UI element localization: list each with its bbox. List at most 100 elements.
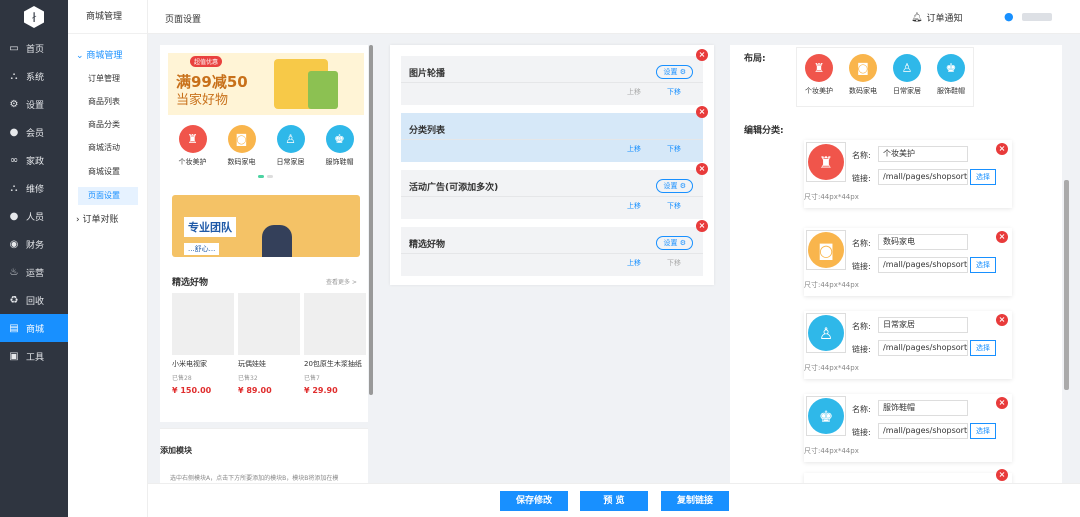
product-card[interactable]: 玩偶娃娃 已售32 ¥ 89.00 <box>238 293 300 395</box>
preview-banner[interactable]: 超值优惠 满99减50 当家好物 <box>168 53 364 115</box>
delete-category-icon[interactable]: × <box>996 143 1008 155</box>
product-image <box>304 293 366 355</box>
move-down-button[interactable]: 下移 <box>667 258 681 268</box>
preview-category-item[interactable]: ♚ 服饰鞋帽 <box>318 125 362 167</box>
move-up-button[interactable]: 上移 <box>627 201 641 211</box>
delete-category-icon[interactable]: × <box>996 231 1008 243</box>
subnav-item-mall-settings[interactable]: 商城设置 <box>78 163 138 181</box>
sidebar-item-11[interactable]: ▣ 工具 <box>0 342 68 370</box>
name-label: 名称: <box>852 239 871 248</box>
subnav-item-orders[interactable]: 订单管理 <box>78 70 138 88</box>
category-name-input[interactable]: 日常家居 <box>878 317 968 333</box>
preview-button[interactable]: 预 览 <box>580 491 648 511</box>
user-icon: ● <box>9 126 19 138</box>
category-image-picker[interactable]: ♜ <box>806 142 846 182</box>
delete-category-icon[interactable]: × <box>996 469 1008 481</box>
category-name-input[interactable]: 服饰鞋帽 <box>878 400 968 416</box>
layout-preview[interactable]: ♜ 个妆美护 ◙ 数码家电 ♙ 日常家居 ♚ 服饰鞋帽 <box>796 47 974 107</box>
order-notice-button[interactable]: 🔔︎ 订单通知 <box>911 11 962 25</box>
module-row[interactable]: 分类列表 上移 下移 <box>401 113 703 162</box>
app-logo[interactable]: ∤ <box>0 0 68 34</box>
category-image-picker[interactable]: ◙ <box>806 230 846 270</box>
sidebar-item-label: 首页 <box>26 44 45 55</box>
category-link-input[interactable]: /mall/pages/shopsort?cate <box>878 169 968 185</box>
view-more-link[interactable]: 查看更多 > <box>326 277 357 286</box>
delete-category-icon[interactable]: × <box>996 397 1008 409</box>
layout-category-item[interactable]: ♙ 日常家居 <box>887 54 927 106</box>
sidebar-item-4[interactable]: ∞ 家政 <box>0 146 68 174</box>
move-up-button[interactable]: 上移 <box>627 144 641 154</box>
category-image-picker[interactable]: ♚ <box>806 396 846 436</box>
select-link-button[interactable]: 选择 <box>970 257 996 273</box>
sidebar-item-8[interactable]: ♨ 运营 <box>0 258 68 286</box>
category-icon: ◙ <box>849 54 877 82</box>
delete-module-icon[interactable]: × <box>696 49 708 61</box>
delete-module-icon[interactable]: × <box>696 163 708 175</box>
logo-icon: ∤ <box>24 6 44 28</box>
select-link-button[interactable]: 选择 <box>970 340 996 356</box>
select-link-button[interactable]: 选择 <box>970 423 996 439</box>
save-button[interactable]: 保存修改 <box>500 491 568 511</box>
module-row[interactable]: 活动广告(可添加多次) 设置 ⚙ 上移 下移 <box>401 170 703 219</box>
banner-line2: 当家好物 <box>176 93 229 108</box>
subnav-item-categories[interactable]: 商品分类 <box>78 116 138 134</box>
preview-category-item[interactable]: ♜ 个妆美护 <box>171 125 215 167</box>
sidebar-item-7[interactable]: ◉ 财务 <box>0 230 68 258</box>
category-name-input[interactable]: 数码家电 <box>878 234 968 250</box>
sidebar-item-5[interactable]: ⛬ 维修 <box>0 174 68 202</box>
move-down-button[interactable]: 下移 <box>667 87 681 97</box>
sidebar-item-1[interactable]: ⛬ 系统 <box>0 62 68 90</box>
subnav-item-page-settings[interactable]: 页面设置 <box>78 187 138 205</box>
preview-ad[interactable]: 专业团队 ...舒心... <box>172 195 360 257</box>
subnav-group-mall[interactable]: ⌄ 商城管理 <box>76 48 122 61</box>
category-image-picker[interactable]: ♙ <box>806 313 846 353</box>
sidebar-item-0[interactable]: ▭ 首页 <box>0 34 68 62</box>
user-menu[interactable]: ● <box>1004 10 1052 23</box>
subnav-group2-label: 订单对账 <box>82 215 119 225</box>
move-up-button[interactable]: 上移 <box>627 87 641 97</box>
subnav-group-reconcile[interactable]: › 订单对账 <box>76 212 118 225</box>
add-module-title: 添加模块 <box>160 446 192 455</box>
layout-category-item[interactable]: ♚ 服饰鞋帽 <box>931 54 971 106</box>
subnav-item-activities[interactable]: 商城活动 <box>78 139 138 157</box>
sidebar-item-3[interactable]: ● 会员 <box>0 118 68 146</box>
category-link-input[interactable]: /mall/pages/shopsort?cate <box>878 423 968 439</box>
image-size-hint: 尺寸:44px*44px <box>804 193 859 201</box>
divider <box>401 253 703 254</box>
sidebar-item-2[interactable]: ⚙ 设置 <box>0 90 68 118</box>
divider <box>401 139 703 140</box>
preview-category-item[interactable]: ◙ 数码家电 <box>220 125 264 167</box>
editor-scrollbar[interactable] <box>1064 180 1069 390</box>
product-name: 20包原生木浆抽纸 <box>304 360 362 368</box>
delete-module-icon[interactable]: × <box>696 220 708 232</box>
category-link-input[interactable]: /mall/pages/shopsort?cate <box>878 340 968 356</box>
sidebar-item-label: 家政 <box>26 156 45 167</box>
subnav-item-products[interactable]: 商品列表 <box>78 93 138 111</box>
preview-scrollbar[interactable] <box>369 45 373 395</box>
layout-category-item[interactable]: ◙ 数码家电 <box>843 54 883 106</box>
ad-person-image <box>262 225 292 257</box>
sidebar-item-6[interactable]: ● 人员 <box>0 202 68 230</box>
sidebar-item-9[interactable]: ♻ 回收 <box>0 286 68 314</box>
preview-category-item[interactable]: ♙ 日常家居 <box>269 125 313 167</box>
module-row[interactable]: 图片轮播 设置 ⚙ 上移 下移 <box>401 56 703 105</box>
category-link-input[interactable]: /mall/pages/shopsort?cate <box>878 257 968 273</box>
module-settings-button[interactable]: 设置 ⚙ <box>656 65 693 79</box>
delete-module-icon[interactable]: × <box>696 106 708 118</box>
sidebar-item-10[interactable]: ▤ 商城 <box>0 314 68 342</box>
product-card[interactable]: 20包原生木浆抽纸 已售7 ¥ 29.90 <box>304 293 366 395</box>
module-settings-button[interactable]: 设置 ⚙ <box>656 236 693 250</box>
product-price: ¥ 29.90 <box>304 386 338 395</box>
copy-link-button[interactable]: 复制链接 <box>661 491 729 511</box>
module-row[interactable]: 精选好物 设置 ⚙ 上移 下移 <box>401 227 703 276</box>
category-name-input[interactable]: 个妆美护 <box>878 146 968 162</box>
select-link-button[interactable]: 选择 <box>970 169 996 185</box>
product-card[interactable]: 小米电视家 已售28 ¥ 150.00 <box>172 293 234 395</box>
module-settings-button[interactable]: 设置 ⚙ <box>656 179 693 193</box>
move-down-button[interactable]: 下移 <box>667 144 681 154</box>
layout-category-item[interactable]: ♜ 个妆美护 <box>799 54 839 106</box>
delete-category-icon[interactable]: × <box>996 314 1008 326</box>
move-up-button[interactable]: 上移 <box>627 258 641 268</box>
move-down-button[interactable]: 下移 <box>667 201 681 211</box>
sidebar-item-label: 回收 <box>26 296 45 307</box>
